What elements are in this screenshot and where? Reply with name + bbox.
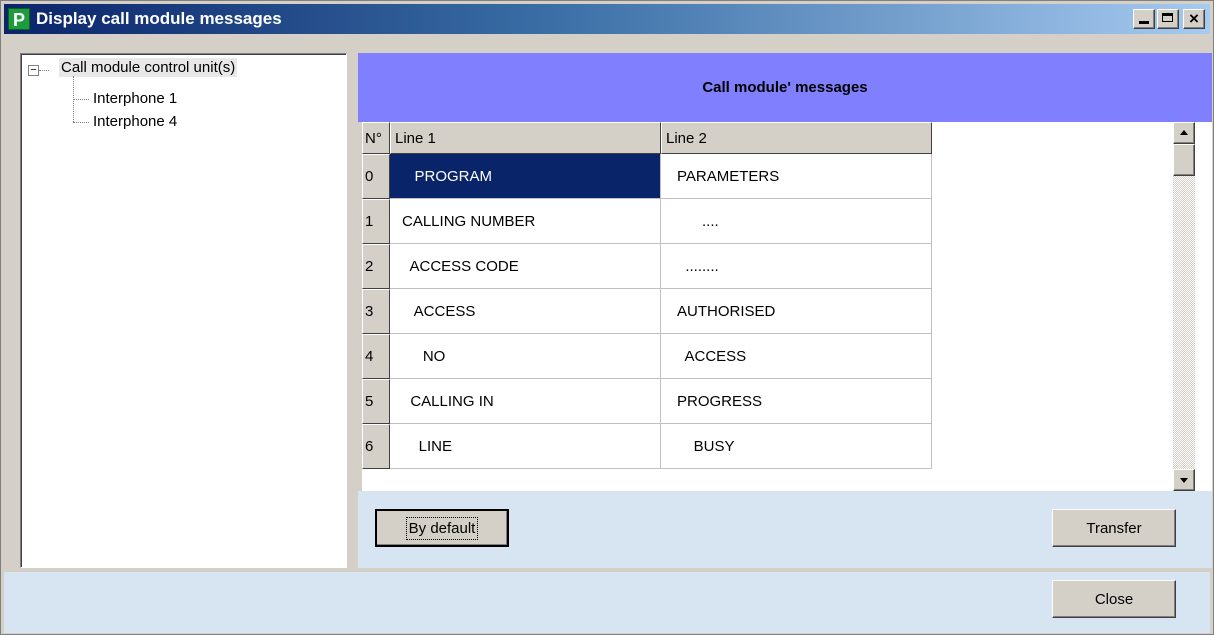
call-module-tree[interactable]: − Call module control unit(s) Interphone…	[20, 53, 347, 568]
tree-item-root[interactable]: Call module control unit(s)	[59, 58, 238, 77]
close-label: Close	[1094, 590, 1134, 608]
scroll-down-button[interactable]	[1173, 469, 1195, 491]
tree-item-interphone-1[interactable]: Interphone 1	[93, 90, 177, 107]
messages-panel: Call module' messages N° Line 1 Line 2 0…	[358, 53, 1212, 568]
close-icon: ×	[1189, 9, 1199, 28]
arrow-down-icon	[1180, 478, 1188, 483]
tree-connector	[39, 70, 49, 71]
close-window-button[interactable]: ×	[1183, 9, 1205, 29]
cell-line-1[interactable]: CALLING IN	[390, 379, 661, 424]
panel-actions: By default Transfer	[358, 491, 1212, 568]
dialog-footer: Close	[4, 572, 1210, 633]
by-default-label: By default	[405, 516, 479, 540]
cell-line-2[interactable]: AUTHORISED	[661, 289, 932, 334]
cell-line-2[interactable]: ........	[661, 244, 932, 289]
app-icon: P	[8, 8, 30, 30]
cell-line-1[interactable]: PROGRAM	[390, 154, 661, 199]
row-number[interactable]: 4	[362, 334, 390, 379]
messages-grid[interactable]: N° Line 1 Line 2 0 PROGRAM PARAMETERS 1 CAL…	[362, 122, 1212, 491]
column-header-line-2[interactable]: Line 2	[661, 122, 932, 154]
minimize-button[interactable]	[1133, 9, 1155, 29]
tree-connector	[73, 99, 89, 100]
cell-line-2[interactable]: PROGRESS	[661, 379, 932, 424]
tree-connector	[73, 122, 89, 123]
tree-item-interphone-4[interactable]: Interphone 4	[93, 113, 177, 130]
row-number[interactable]: 5	[362, 379, 390, 424]
cell-line-1[interactable]: LINE	[390, 424, 661, 469]
cell-line-1[interactable]: CALLING NUMBER	[390, 199, 661, 244]
cell-line-2[interactable]: ACCESS	[661, 334, 932, 379]
cell-line-1[interactable]: ACCESS CODE	[390, 244, 661, 289]
dialog-window: P Display call module messages × − Call …	[0, 0, 1214, 635]
title-bar[interactable]: P Display call module messages ×	[4, 4, 1210, 34]
cell-line-1[interactable]: ACCESS	[390, 289, 661, 334]
grid-scrollbar[interactable]	[1173, 122, 1195, 491]
row-number[interactable]: 6	[362, 424, 390, 469]
cell-line-1[interactable]: NO	[390, 334, 661, 379]
maximize-icon	[1162, 13, 1173, 22]
transfer-button[interactable]: Transfer	[1052, 509, 1176, 547]
transfer-label: Transfer	[1086, 519, 1142, 537]
column-header-line-1[interactable]: Line 1	[390, 122, 661, 154]
scroll-up-button[interactable]	[1173, 122, 1195, 144]
row-number[interactable]: 1	[362, 199, 390, 244]
maximize-button[interactable]	[1157, 9, 1179, 29]
collapse-icon[interactable]: −	[28, 65, 39, 76]
cell-line-2[interactable]: PARAMETERS	[661, 154, 932, 199]
close-button[interactable]: Close	[1052, 580, 1176, 618]
cell-line-2[interactable]: ....	[661, 199, 932, 244]
by-default-button[interactable]: By default	[375, 509, 509, 547]
window-title: Display call module messages	[36, 9, 282, 28]
row-number[interactable]: 3	[362, 289, 390, 334]
row-number[interactable]: 0	[362, 154, 390, 199]
row-number[interactable]: 2	[362, 244, 390, 289]
arrow-up-icon	[1180, 130, 1188, 135]
scroll-thumb[interactable]	[1173, 144, 1195, 176]
column-header-number[interactable]: N°	[362, 122, 390, 154]
panel-title: Call module' messages	[358, 53, 1212, 122]
minimize-icon	[1139, 21, 1149, 24]
cell-line-2[interactable]: BUSY	[661, 424, 932, 469]
